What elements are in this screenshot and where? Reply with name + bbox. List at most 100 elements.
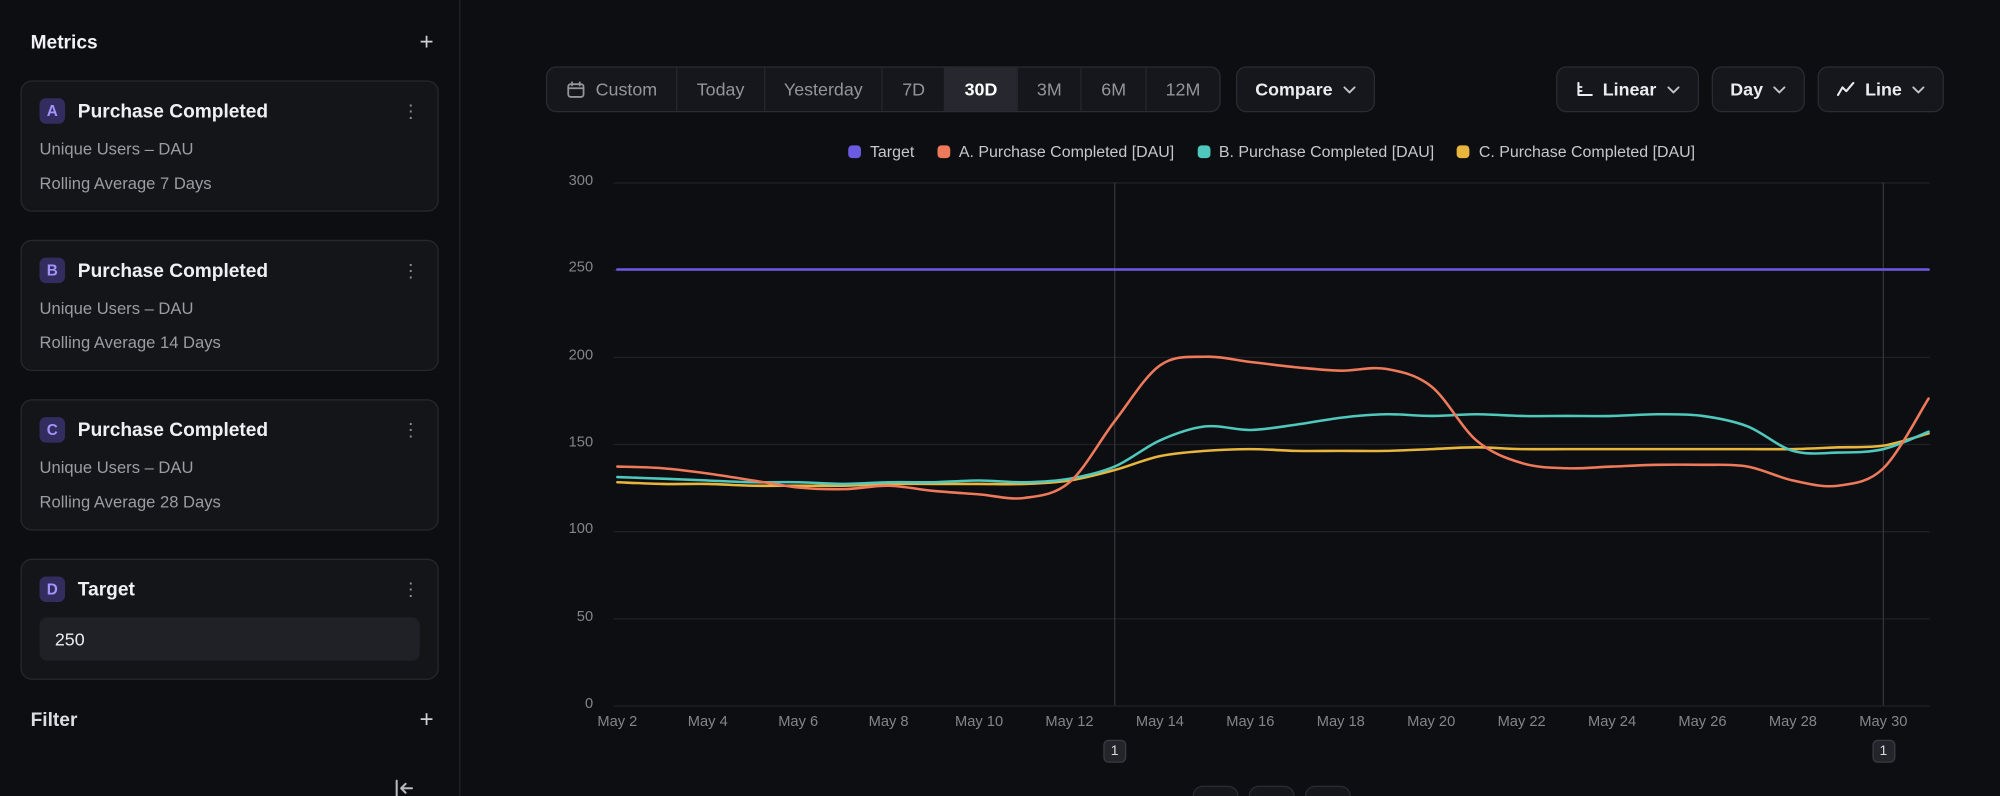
toolbar-left-group: Custom Today Yesterday 7D 30D 3M 6M 12M …: [546, 66, 1375, 112]
add-filter-button[interactable]: +: [420, 708, 434, 732]
target-card[interactable]: D Target ⋮: [20, 559, 438, 680]
range-custom-button[interactable]: Custom: [547, 68, 676, 111]
scale-label: Linear: [1603, 79, 1657, 99]
x-axis-tick-label: May 26: [1658, 714, 1747, 729]
metrics-sidebar: Metrics + A Purchase Completed ⋮ Unique …: [0, 0, 460, 796]
chart-view-button[interactable]: [1193, 786, 1239, 796]
chevron-down-icon: [1666, 85, 1679, 94]
kebab-menu-icon[interactable]: ⋮: [402, 100, 420, 122]
metric-card-header: C Purchase Completed ⋮: [40, 417, 420, 443]
chart-type-label: Line: [1865, 79, 1902, 99]
legend-swatch: [1197, 145, 1210, 158]
x-axis-tick-label: May 6: [754, 714, 843, 729]
chart-toolbar: Custom Today Yesterday 7D 30D 3M 6M 12M …: [546, 66, 1944, 112]
axis-scale-icon: [1575, 81, 1593, 98]
legend-label: B. Purchase Completed [DAU]: [1219, 143, 1434, 161]
chevron-down-icon: [1773, 85, 1786, 94]
date-range-control: Custom Today Yesterday 7D 30D 3M 6M 12M: [546, 66, 1221, 112]
range-6m-button[interactable]: 6M: [1081, 68, 1145, 111]
range-today-button[interactable]: Today: [676, 68, 763, 111]
x-axis-tick-label: May 2: [573, 714, 662, 729]
legend-item[interactable]: Target: [848, 143, 914, 161]
y-axis-tick-label: 50: [527, 609, 593, 624]
compare-button[interactable]: Compare: [1236, 66, 1375, 112]
details-view-button[interactable]: [1305, 786, 1351, 796]
metric-title: Purchase Completed: [78, 100, 268, 122]
sidebar-header: Metrics +: [0, 0, 459, 80]
legend-item[interactable]: B. Purchase Completed [DAU]: [1197, 143, 1434, 161]
metrics-section-title: Metrics: [31, 32, 98, 54]
target-value-input[interactable]: [40, 617, 420, 660]
analytics-app: Metrics + A Purchase Completed ⋮ Unique …: [0, 0, 2000, 796]
x-axis-tick-label: May 4: [663, 714, 752, 729]
metric-detail: Rolling Average 7 Days: [40, 173, 420, 192]
legend-item[interactable]: A. Purchase Completed [DAU]: [937, 143, 1174, 161]
kebab-menu-icon[interactable]: ⋮: [402, 260, 420, 282]
x-axis-tick-label: May 22: [1477, 714, 1566, 729]
add-metric-button[interactable]: +: [420, 31, 434, 55]
x-axis-tick-label: May 30: [1839, 714, 1928, 729]
metric-title: Purchase Completed: [78, 419, 268, 441]
scale-button[interactable]: Linear: [1556, 66, 1699, 112]
y-axis-tick-label: 100: [527, 522, 593, 537]
metric-card-a[interactable]: A Purchase Completed ⋮ Unique Users – DA…: [20, 80, 438, 211]
legend-swatch: [848, 145, 861, 158]
metric-detail: Rolling Average 28 Days: [40, 492, 420, 511]
metric-card-b[interactable]: B Purchase Completed ⋮ Unique Users – DA…: [20, 240, 438, 371]
metric-card-header: A Purchase Completed ⋮: [40, 98, 420, 124]
metric-subtitle: Unique Users – DAU: [40, 298, 420, 317]
x-axis-tick-label: May 12: [1025, 714, 1114, 729]
bottom-toolbar: [614, 786, 1930, 796]
x-axis-tick-label: May 10: [934, 714, 1023, 729]
kebab-menu-icon[interactable]: ⋮: [402, 578, 420, 600]
range-7d-button[interactable]: 7D: [882, 68, 944, 111]
range-12m-button[interactable]: 12M: [1145, 68, 1219, 111]
range-3m-button[interactable]: 3M: [1017, 68, 1081, 111]
legend-item[interactable]: C. Purchase Completed [DAU]: [1457, 143, 1695, 161]
collapse-left-icon: [393, 778, 416, 796]
metric-badge: B: [40, 258, 66, 284]
metric-subtitle: Unique Users – DAU: [40, 458, 420, 477]
y-axis-tick-label: 300: [527, 173, 593, 188]
legend-label: A. Purchase Completed [DAU]: [959, 143, 1174, 161]
y-axis-tick-label: 150: [527, 435, 593, 450]
table-view-button[interactable]: [1249, 786, 1295, 796]
metric-badge: A: [40, 98, 66, 124]
x-axis-tick-label: May 16: [1206, 714, 1295, 729]
y-axis-tick-label: 250: [527, 261, 593, 276]
legend-label: C. Purchase Completed [DAU]: [1479, 143, 1695, 161]
x-axis-tick-label: May 14: [1115, 714, 1204, 729]
annotation-marker[interactable]: 1: [1103, 740, 1126, 763]
legend-swatch: [1457, 145, 1470, 158]
metric-detail: Rolling Average 14 Days: [40, 333, 420, 352]
interval-label: Day: [1730, 79, 1763, 99]
annotation-marker[interactable]: 1: [1872, 740, 1895, 763]
x-axis-tick-label: May 18: [1296, 714, 1385, 729]
compare-label: Compare: [1255, 79, 1332, 99]
legend-label: Target: [870, 143, 914, 161]
chevron-down-icon: [1912, 85, 1925, 94]
chart-legend: Target A. Purchase Completed [DAU] B. Purc…: [614, 143, 1930, 161]
kebab-menu-icon[interactable]: ⋮: [402, 419, 420, 441]
interval-button[interactable]: Day: [1711, 66, 1805, 112]
chart-type-button[interactable]: Line: [1818, 66, 1944, 112]
metric-card-c[interactable]: C Purchase Completed ⋮ Unique Users – DA…: [20, 399, 438, 530]
metric-badge: D: [40, 577, 66, 603]
range-30d-button[interactable]: 30D: [944, 68, 1016, 111]
y-axis-tick-label: 0: [527, 696, 593, 711]
y-axis-tick-label: 200: [527, 348, 593, 363]
target-title: Target: [78, 578, 135, 600]
line-chart[interactable]: [614, 182, 1930, 705]
metric-badge: C: [40, 417, 66, 443]
collapse-sidebar-button[interactable]: [393, 778, 416, 796]
filter-section: Filter +: [31, 708, 434, 732]
metric-card-header: B Purchase Completed ⋮: [40, 258, 420, 284]
range-label: Custom: [596, 79, 658, 99]
calendar-icon: [566, 80, 585, 99]
line-chart-icon: [1837, 82, 1855, 97]
target-card-header: D Target ⋮: [40, 577, 420, 603]
metric-title: Purchase Completed: [78, 260, 268, 282]
range-yesterday-button[interactable]: Yesterday: [764, 68, 882, 111]
legend-swatch: [937, 145, 950, 158]
x-axis-tick-label: May 24: [1567, 714, 1656, 729]
